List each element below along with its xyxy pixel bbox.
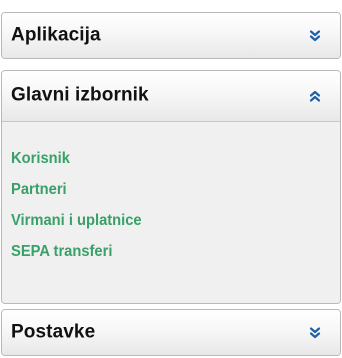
accordion-header-aplikacija[interactable]: Aplikacija	[2, 13, 340, 58]
menu-link-sepa-transferi[interactable]: SEPA transferi	[11, 243, 112, 261]
accordion-header-glavni-izbornik[interactable]: Glavni izbornik	[2, 71, 340, 122]
menu-link-virmani-i-uplatnice[interactable]: Virmani i uplatnice	[11, 212, 142, 230]
accordion-section-aplikacija: Aplikacija	[1, 12, 341, 59]
double-chevron-down-icon[interactable]	[308, 29, 322, 43]
double-chevron-up-icon[interactable]	[308, 89, 322, 103]
accordion-header-postavke[interactable]: Postavke	[2, 310, 340, 355]
accordion-section-glavni-izbornik: Glavni izbornik Korisnik Partneri Virman…	[1, 70, 341, 304]
menu-link-partneri[interactable]: Partneri	[11, 181, 67, 199]
section-title: Aplikacija	[11, 24, 101, 46]
accordion-section-postavke: Postavke	[1, 309, 341, 356]
double-chevron-down-icon[interactable]	[308, 326, 322, 340]
menu-link-korisnik[interactable]: Korisnik	[11, 150, 70, 168]
sidebar-accordion: Aplikacija Glavni izbornik Korisnik Part…	[0, 0, 342, 358]
section-title: Postavke	[11, 321, 96, 343]
accordion-content-glavni-izbornik: Korisnik Partneri Virmani i uplatnice SE…	[2, 123, 340, 303]
section-title: Glavni izbornik	[11, 84, 149, 106]
